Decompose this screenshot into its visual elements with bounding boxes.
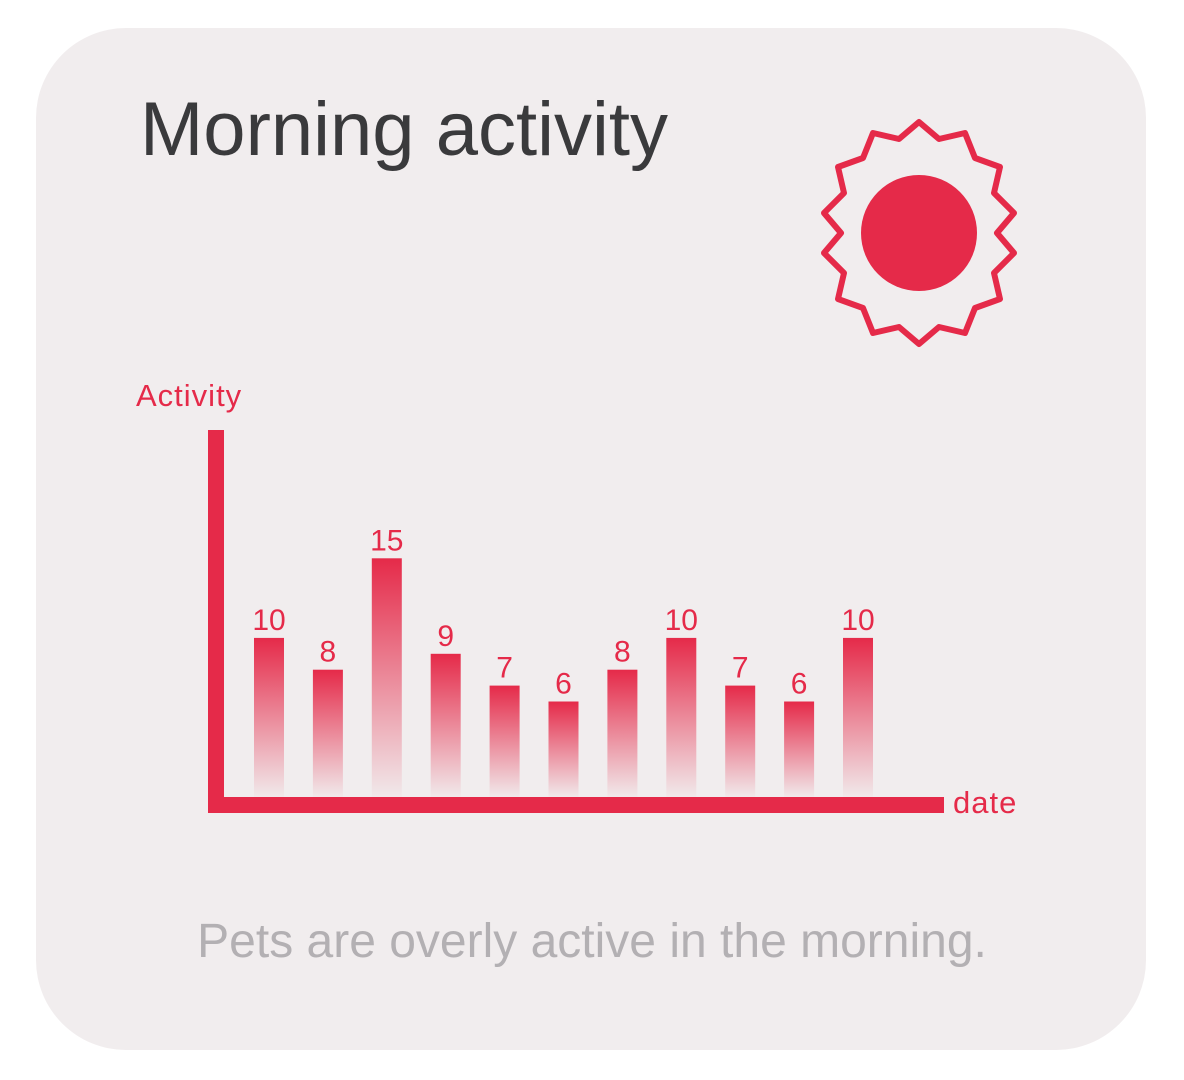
bar-7 bbox=[607, 669, 638, 797]
bar-5 bbox=[489, 685, 520, 797]
bar-1 bbox=[254, 637, 284, 797]
bar-value-label-11: 10 bbox=[841, 604, 874, 637]
bar-value-label-5: 7 bbox=[496, 652, 513, 685]
bar-9 bbox=[725, 685, 756, 797]
bar-2 bbox=[312, 669, 343, 797]
bar-value-label-9: 7 bbox=[732, 652, 749, 685]
card-caption: Pets are overly active in the morning. bbox=[197, 915, 987, 968]
bar-value-label-8: 10 bbox=[665, 604, 698, 637]
bar-value-label-1: 10 bbox=[252, 604, 285, 637]
bar-8 bbox=[666, 637, 697, 797]
bar-value-label-3: 15 bbox=[370, 524, 403, 557]
bar-11 bbox=[843, 637, 873, 797]
bar-10 bbox=[784, 701, 815, 797]
bar-value-label-10: 6 bbox=[791, 668, 808, 701]
bar-series: 10 8 15 9 7 6 8 10 7 6 10 bbox=[252, 524, 875, 797]
bar-value-label-6: 6 bbox=[555, 668, 572, 701]
bar-6 bbox=[548, 701, 579, 797]
bar-value-label-2: 8 bbox=[320, 636, 337, 669]
bar-4 bbox=[430, 653, 461, 797]
bar-value-label-7: 8 bbox=[614, 636, 631, 669]
x-axis-label: date bbox=[953, 785, 1017, 820]
bar-value-label-4: 9 bbox=[437, 620, 454, 653]
bar-3 bbox=[371, 558, 402, 797]
y-axis-label: Activity bbox=[136, 378, 242, 413]
